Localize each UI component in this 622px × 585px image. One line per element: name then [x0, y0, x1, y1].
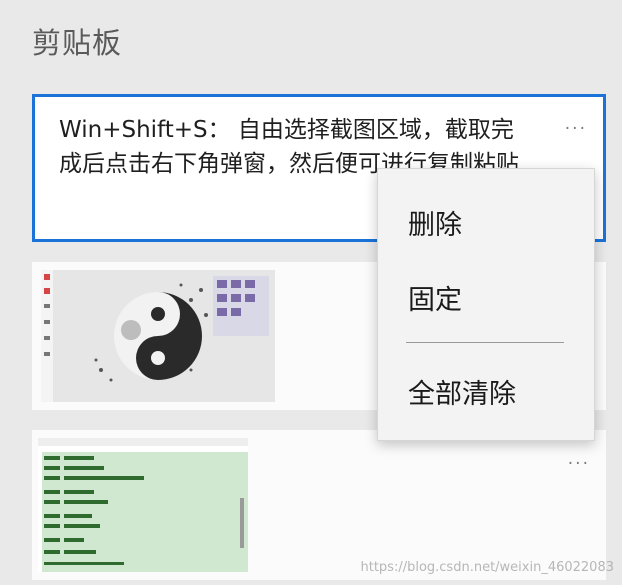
menu-divider [406, 342, 564, 343]
context-menu: 删除 固定 全部清除 [377, 168, 595, 441]
more-options-icon[interactable]: ··· [568, 454, 590, 474]
menu-item-delete[interactable]: 删除 [408, 203, 462, 242]
image-thumbnail [38, 438, 248, 572]
menu-item-clear-all[interactable]: 全部清除 [408, 372, 516, 411]
watermark: https://blog.csdn.net/weixin_46022083 [360, 560, 614, 575]
clipboard-item-image-2[interactable]: ··· [32, 430, 606, 580]
image-thumbnail [41, 270, 275, 402]
menu-item-pin[interactable]: 固定 [408, 278, 462, 317]
clipboard-title: 剪贴板 [32, 26, 123, 60]
more-options-icon[interactable]: ··· [565, 119, 587, 139]
